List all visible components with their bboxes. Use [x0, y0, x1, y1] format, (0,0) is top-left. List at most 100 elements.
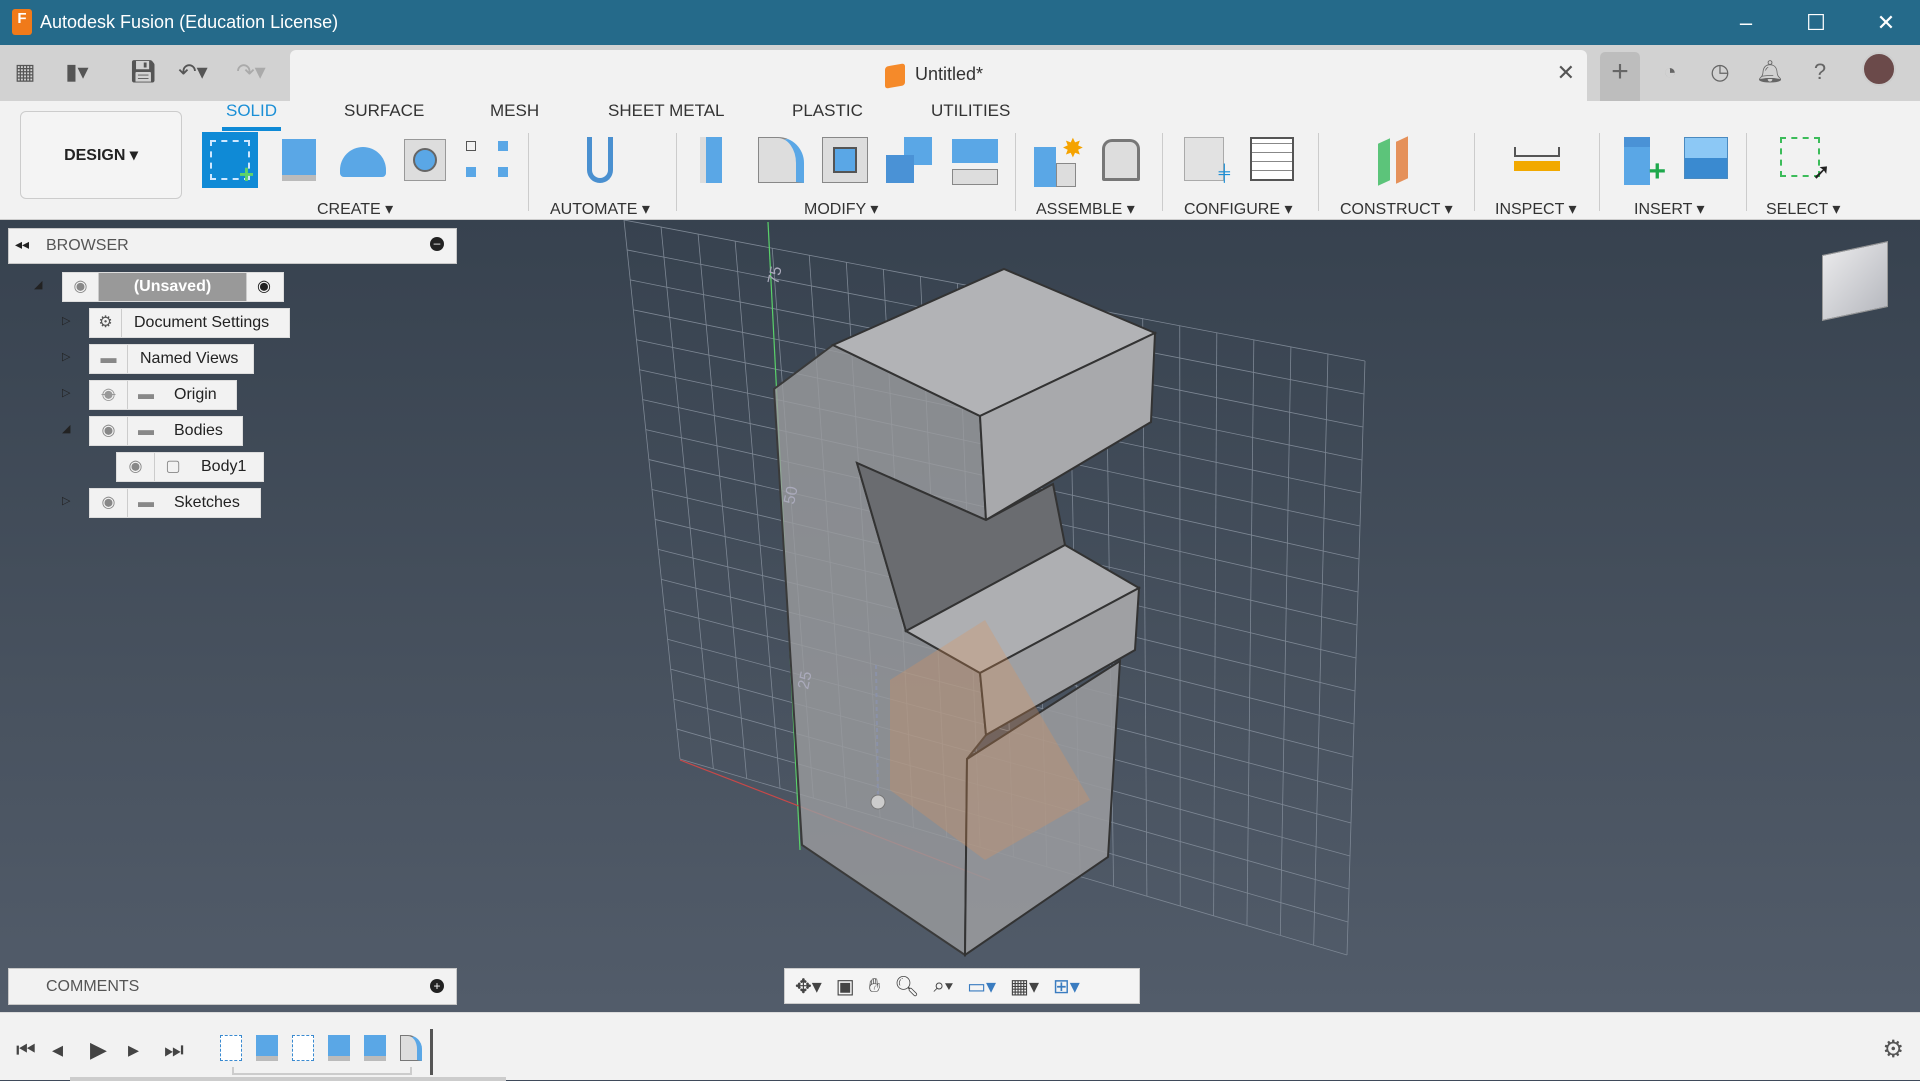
select-icon[interactable]: ➚ — [1776, 133, 1830, 185]
tab-plastic[interactable]: PLASTIC — [788, 101, 867, 121]
activate-radio-icon[interactable]: ◉ — [247, 273, 281, 301]
display-settings-icon[interactable]: ▭▾ — [967, 974, 996, 999]
tab-mesh[interactable]: MESH — [486, 101, 543, 121]
expand-arrow-icon[interactable]: ▷ — [62, 494, 74, 507]
zoom-icon[interactable]: 🔍︎ — [894, 974, 919, 999]
viewports-icon[interactable]: ⊞▾ — [1053, 974, 1080, 999]
tab-sheet-metal[interactable]: SHEET METAL — [604, 101, 729, 121]
browser-item-sketches[interactable]: ◉ ▬ Sketches — [89, 488, 261, 518]
browser-item-document-settings[interactable]: ⚙ Document Settings — [89, 308, 290, 338]
collapse-arrow-icon[interactable]: ◢ — [62, 422, 74, 435]
browser-item-body1[interactable]: ◉ ▢ Body1 — [116, 452, 264, 482]
save-icon[interactable]: 💾︎ — [128, 57, 158, 87]
file-menu-button[interactable]: ▮▾ — [62, 57, 92, 87]
help-icon[interactable]: ? — [1800, 52, 1840, 92]
model-canvas[interactable]: 75 50 25 — [0, 220, 1920, 1012]
create-menu[interactable]: CREATE ▾ — [317, 199, 393, 219]
change-parameters-icon[interactable]: ╪ — [1180, 133, 1234, 185]
measure-icon[interactable] — [1510, 133, 1564, 185]
timeline-marker[interactable] — [430, 1029, 433, 1075]
play-button[interactable]: ▶ — [90, 1037, 107, 1063]
add-comment-icon[interactable]: + — [430, 979, 444, 993]
tab-solid[interactable]: SOLID — [222, 101, 282, 131]
press-pull-icon[interactable] — [690, 133, 744, 185]
close-tab-button[interactable]: ✕ — [1557, 60, 1575, 86]
configure-menu[interactable]: CONFIGURE ▾ — [1184, 199, 1292, 219]
pan-icon[interactable]: ✋︎ — [869, 975, 880, 998]
redo-icon[interactable]: ↷▾ — [236, 57, 266, 87]
collapse-browser-icon[interactable]: ◂◂ — [15, 236, 29, 253]
eye-icon[interactable]: ◉ — [90, 417, 128, 445]
tab-surface[interactable]: SURFACE — [340, 101, 428, 121]
modify-menu[interactable]: MODIFY ▾ — [804, 199, 878, 219]
maximize-button[interactable]: ☐ — [1796, 8, 1836, 38]
timeline-extrude-icon[interactable] — [364, 1035, 386, 1061]
insert-menu[interactable]: INSERT ▾ — [1634, 199, 1705, 219]
construct-menu[interactable]: CONSTRUCT ▾ — [1340, 199, 1453, 219]
insert-mcmaster-icon[interactable]: + — [1616, 133, 1670, 187]
revolve-icon[interactable] — [334, 133, 388, 185]
document-tab[interactable]: Untitled* ✕ — [290, 50, 1587, 101]
workspace-switcher[interactable]: DESIGN ▾ — [20, 111, 182, 199]
insert-canvas-icon[interactable] — [1680, 133, 1734, 185]
timeline-settings-icon[interactable]: ⚙ — [1882, 1035, 1904, 1064]
fillet-icon[interactable] — [754, 133, 808, 185]
timeline-extrude-icon[interactable] — [328, 1035, 350, 1061]
offset-face-icon[interactable] — [948, 133, 1002, 185]
browser-root-node[interactable]: ◉ (Unsaved) ◉ — [62, 272, 284, 302]
view-cube[interactable] — [1822, 240, 1888, 322]
browser-item-origin[interactable]: ◉ ▬ Origin — [89, 380, 237, 410]
joint-icon[interactable] — [1094, 133, 1148, 185]
fit-icon[interactable]: ⌕▾ — [934, 975, 954, 998]
new-component-icon[interactable]: ✸ — [1030, 133, 1084, 187]
pattern-icon[interactable] — [460, 133, 514, 185]
inspect-menu[interactable]: INSPECT ▾ — [1495, 199, 1577, 219]
automate-menu[interactable]: AUTOMATE ▾ — [550, 199, 650, 219]
automate-icon[interactable] — [573, 133, 627, 185]
previous-step-button[interactable]: ◂ — [52, 1037, 63, 1063]
configuration-table-icon[interactable] — [1246, 133, 1300, 185]
orbit-icon[interactable]: ✥▾ — [795, 974, 822, 999]
offset-plane-icon[interactable] — [1368, 133, 1422, 186]
shell-icon[interactable] — [818, 133, 872, 185]
user-avatar[interactable] — [1862, 52, 1896, 86]
tab-utilities[interactable]: UTILITIES — [927, 101, 1014, 121]
browser-item-bodies[interactable]: ◉ ▬ Bodies — [89, 416, 243, 446]
combine-icon[interactable] — [882, 133, 936, 185]
timeline-extrude-icon[interactable] — [256, 1035, 278, 1061]
next-step-button[interactable]: ▸ — [128, 1037, 139, 1063]
create-sketch-icon[interactable]: + — [202, 132, 258, 188]
timeline-fillet-icon[interactable] — [400, 1035, 422, 1061]
first-step-button[interactable]: ⏮ — [16, 1037, 36, 1063]
notifications-icon[interactable]: 🔔︎ — [1750, 52, 1790, 92]
look-at-icon[interactable]: ▣ — [836, 974, 855, 999]
select-menu[interactable]: SELECT ▾ — [1766, 199, 1840, 219]
browser-pin-icon[interactable]: – — [430, 237, 444, 251]
extrude-icon[interactable] — [272, 133, 326, 185]
new-tab-button[interactable]: + — [1600, 52, 1640, 101]
timeline-sketch-icon[interactable] — [220, 1035, 242, 1061]
undo-icon[interactable]: ↶▾ — [178, 57, 208, 87]
browser-item-named-views[interactable]: ▬ Named Views — [89, 344, 254, 374]
grid-settings-icon[interactable]: ▦▾ — [1010, 974, 1039, 999]
eye-icon[interactable]: ◉ — [63, 273, 99, 301]
extensions-icon[interactable]: ◔ — [1650, 52, 1690, 92]
expand-arrow-icon[interactable]: ▷ — [62, 350, 74, 363]
eye-icon[interactable]: ◉ — [90, 489, 128, 517]
eye-hidden-icon[interactable]: ◉ — [90, 381, 128, 409]
last-step-button[interactable]: ⏭ — [164, 1037, 184, 1063]
close-window-button[interactable]: ✕ — [1866, 8, 1906, 38]
timeline-sketch-icon[interactable] — [292, 1035, 314, 1061]
apps-grid-icon[interactable]: ▦ — [10, 57, 40, 87]
eye-icon[interactable]: ◉ — [117, 453, 155, 481]
hole-icon[interactable] — [398, 133, 452, 185]
collapse-arrow-icon[interactable]: ◢ — [34, 278, 46, 291]
item-label: Document Settings — [134, 314, 270, 331]
3d-viewport[interactable]: 75 50 25 ◂◂ BROWSER – ◢ ◉ (Unsaved) ◉ ▷ ⚙ D… — [0, 220, 1920, 1012]
assemble-menu[interactable]: ASSEMBLE ▾ — [1036, 199, 1135, 219]
job-status-icon[interactable]: ◷ — [1700, 52, 1740, 92]
expand-arrow-icon[interactable]: ▷ — [62, 314, 74, 327]
minimize-button[interactable]: – — [1726, 8, 1766, 38]
timeline-scrollbar[interactable] — [70, 1077, 506, 1081]
expand-arrow-icon[interactable]: ▷ — [62, 386, 74, 399]
